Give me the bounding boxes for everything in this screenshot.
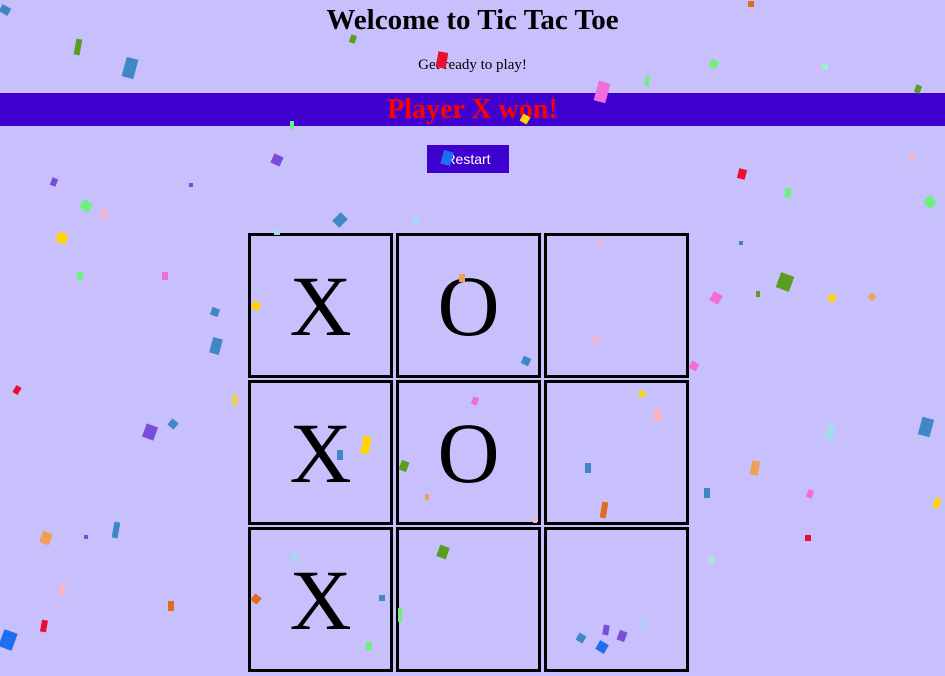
board-cell-8[interactable]: [396, 527, 541, 672]
confetti-piece: [709, 291, 723, 305]
confetti-piece: [645, 76, 649, 86]
confetti-piece: [749, 460, 761, 476]
board-cell-6[interactable]: [544, 380, 689, 525]
confetti-piece: [77, 272, 83, 280]
board-cell-7[interactable]: X: [248, 527, 393, 672]
confetti-piece: [917, 416, 935, 438]
confetti-piece: [233, 395, 237, 405]
confetti-piece: [168, 601, 174, 611]
page-subtitle: Get ready to play!: [418, 57, 527, 73]
restart-button[interactable]: Restart: [427, 145, 509, 173]
confetti-piece: [59, 584, 65, 596]
confetti-piece: [756, 291, 760, 297]
confetti-piece: [784, 187, 792, 199]
confetti-piece: [704, 488, 710, 498]
confetti-piece: [270, 153, 284, 167]
confetti-piece: [55, 231, 69, 245]
confetti-piece: [209, 336, 223, 356]
confetti-piece: [805, 535, 811, 541]
board-cell-5[interactable]: O: [396, 380, 541, 525]
confetti-piece: [332, 212, 348, 228]
winner-message: Player X won!: [387, 93, 558, 125]
confetti-piece: [736, 168, 748, 180]
confetti-piece: [12, 385, 22, 395]
confetti-piece: [49, 177, 59, 187]
board-cell-1[interactable]: X: [248, 233, 393, 378]
confetti-piece: [84, 535, 88, 539]
confetti-piece: [922, 194, 938, 210]
confetti-piece: [167, 418, 179, 430]
confetti-piece: [867, 292, 877, 302]
confetti-piece: [824, 424, 836, 442]
confetti-piece: [413, 216, 419, 224]
game-board: X O X O X: [248, 233, 689, 672]
confetti-piece: [739, 241, 743, 245]
status-banner: Player X won!: [0, 93, 945, 126]
confetti-piece: [141, 423, 159, 441]
confetti-piece: [909, 155, 915, 161]
board-cell-2[interactable]: O: [396, 233, 541, 378]
confetti-piece: [40, 619, 48, 633]
confetti-piece: [775, 272, 795, 292]
board-cell-3[interactable]: [544, 233, 689, 378]
board-cell-4[interactable]: X: [248, 380, 393, 525]
confetti-piece: [39, 530, 53, 546]
confetti-piece: [688, 360, 700, 372]
confetti-piece: [708, 557, 714, 563]
confetti-piece: [111, 521, 121, 539]
confetti-piece: [827, 293, 837, 303]
confetti-piece: [162, 272, 168, 280]
confetti-piece: [0, 629, 18, 651]
confetti-piece: [189, 183, 193, 187]
confetti-piece: [78, 198, 94, 214]
confetti-piece: [932, 497, 942, 509]
confetti-piece: [209, 306, 221, 318]
page-title: Welcome to Tic Tac Toe: [326, 4, 619, 36]
confetti-piece: [73, 38, 83, 56]
confetti-piece: [101, 209, 107, 219]
board-cell-9[interactable]: [544, 527, 689, 672]
confetti-piece: [805, 489, 815, 499]
